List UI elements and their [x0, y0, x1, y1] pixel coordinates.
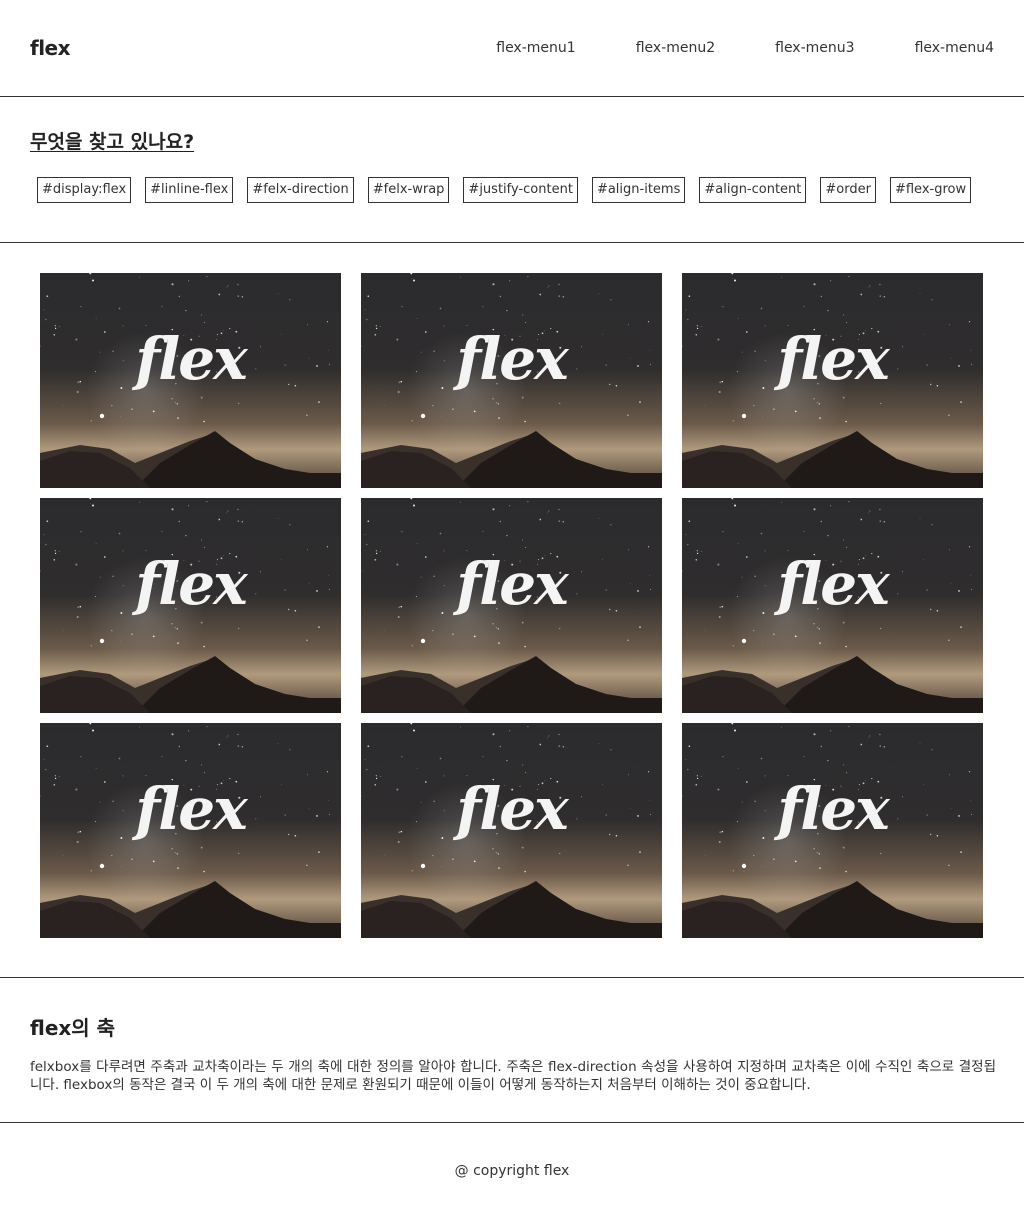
tag-justify-content[interactable]: #justify-content — [463, 177, 578, 203]
tag-list: #display:flex #linline-flex #felx-direct… — [37, 177, 985, 203]
site-header: flex flex-menu1 flex-menu2 flex-menu3 fl… — [0, 0, 1024, 97]
gallery-image: flex — [682, 498, 983, 713]
tag-flex-direction[interactable]: #felx-direction — [247, 177, 354, 203]
search-title: 무엇을 찾고 있나요? — [30, 131, 195, 153]
tag-flex-wrap[interactable]: #felx-wrap — [367, 177, 450, 203]
gallery-image: flex — [361, 723, 662, 938]
gallery-image: flex — [682, 723, 983, 938]
nav-item-flex-menu4[interactable]: flex-menu4 — [915, 40, 994, 56]
card-logo-text: flex — [777, 550, 889, 618]
gallery-image: flex — [682, 273, 983, 488]
nav-item-flex-menu1[interactable]: flex-menu1 — [496, 40, 575, 56]
tag-align-items[interactable]: #align-items — [591, 177, 686, 203]
gallery-image: flex — [40, 723, 341, 938]
card-logo-text: flex — [456, 325, 568, 393]
about-title: flex의 축 — [30, 1016, 116, 1040]
logo[interactable]: flex — [30, 36, 71, 60]
about-section: flex의 축 felxbox를 다루려면 주축과 교차축이라는 두 개의 축에… — [0, 978, 1024, 1123]
search-section: 무엇을 찾고 있나요? #display:flex #linline-flex … — [0, 97, 1024, 243]
card-logo-text: flex — [456, 550, 568, 618]
card-logo-text: flex — [777, 775, 889, 843]
gallery-image: flex — [361, 498, 662, 713]
tag-inline-flex[interactable]: #linline-flex — [145, 177, 234, 203]
card-logo-text: flex — [135, 550, 247, 618]
gallery-image: flex — [361, 273, 662, 488]
image-grid: flex flex flex flex flex flex flex flex flex — [40, 273, 983, 938]
tag-display-flex[interactable]: #display:flex — [37, 177, 132, 203]
nav-item-flex-menu2[interactable]: flex-menu2 — [636, 40, 715, 56]
gallery-image: flex — [40, 273, 341, 488]
tag-align-content[interactable]: #align-content — [699, 177, 807, 203]
about-body: felxbox를 다루려면 주축과 교차축이라는 두 개의 축에 대한 정의를 … — [30, 1059, 996, 1093]
copyright-text: @ copyright flex — [454, 1163, 570, 1179]
site-footer: @ copyright flex — [0, 1123, 1024, 1218]
tag-flex-grow[interactable]: #flex-grow — [889, 177, 972, 203]
tag-order[interactable]: #order — [820, 177, 876, 203]
card-logo-text: flex — [135, 775, 247, 843]
nav-item-flex-menu3[interactable]: flex-menu3 — [775, 40, 854, 56]
card-logo-text: flex — [777, 325, 889, 393]
card-logo-text: flex — [456, 775, 568, 843]
main-nav: flex-menu1 flex-menu2 flex-menu3 flex-me… — [496, 40, 994, 56]
card-logo-text: flex — [135, 325, 247, 393]
gallery-image: flex — [40, 498, 341, 713]
gallery-section: flex flex flex flex flex flex flex flex flex — [0, 243, 1024, 978]
